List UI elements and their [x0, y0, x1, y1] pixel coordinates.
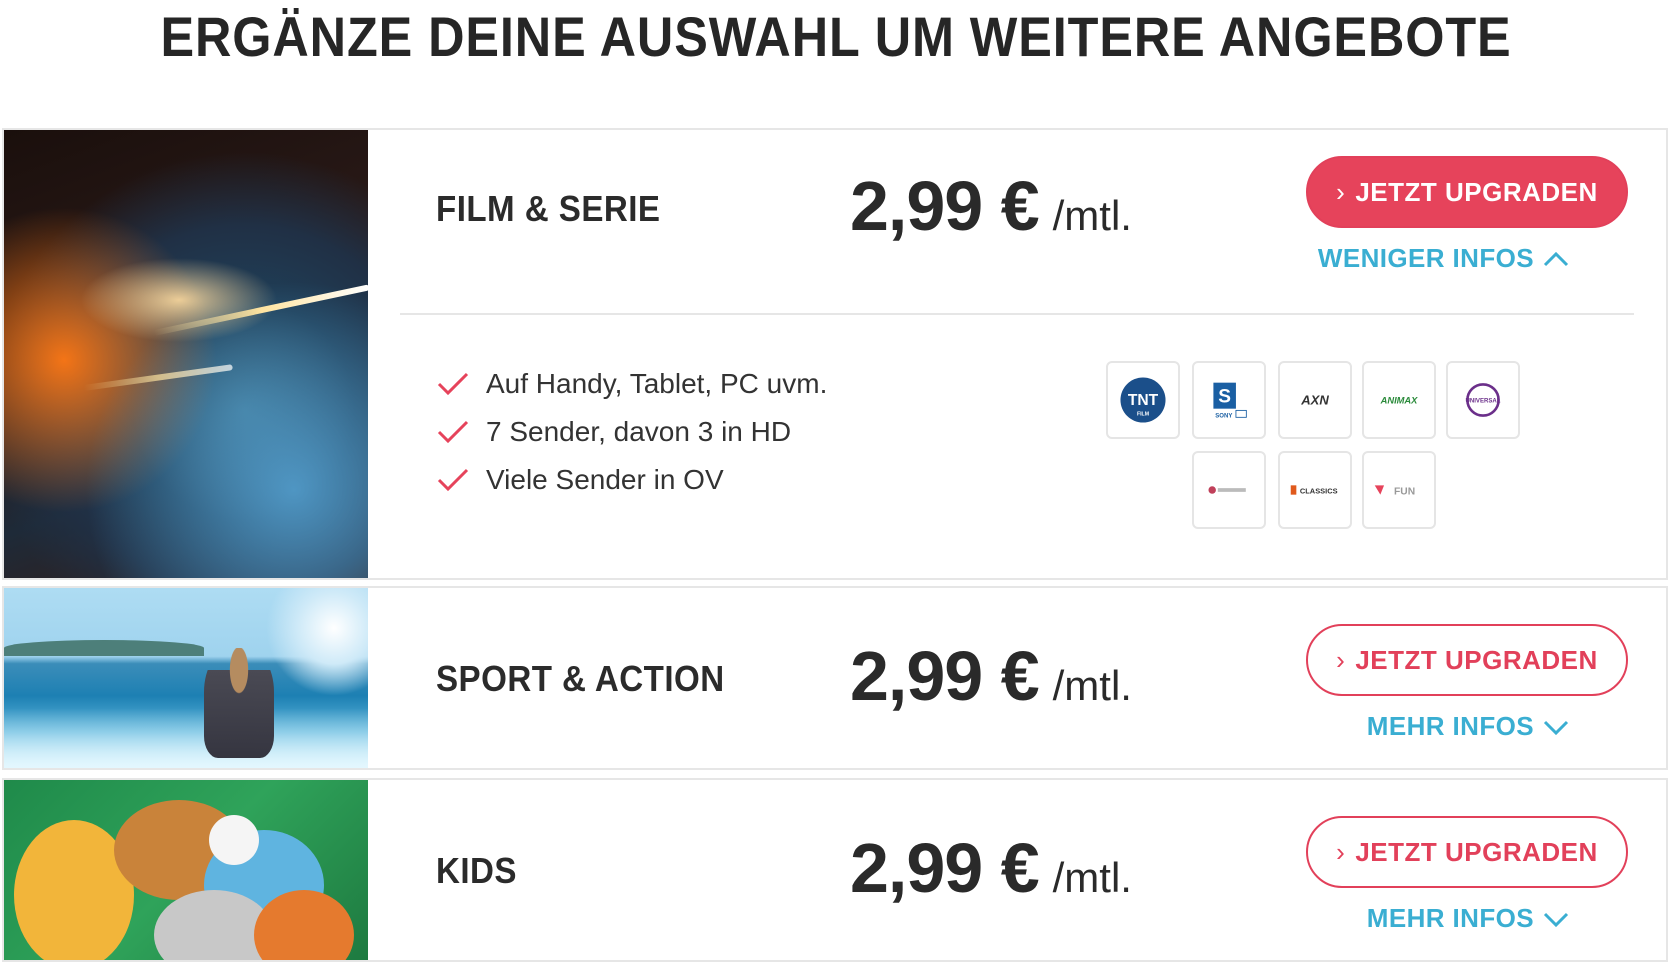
info-link-label: MEHR INFOS	[1366, 903, 1534, 933]
feature-item: Auf Handy, Tablet, PC uvm.	[436, 360, 827, 408]
channel-logo-sixth	[1192, 451, 1266, 529]
svg-text:AXN: AXN	[1300, 393, 1329, 408]
universal-logo: UNIVERSAL	[1466, 383, 1501, 417]
svg-text:UNIVERSAL: UNIVERSAL	[1466, 399, 1501, 405]
more-info-link[interactable]: MEHR INFOS	[1367, 711, 1570, 742]
price-value: 2,99 €	[850, 167, 1040, 245]
animax-logo: ANIMAX	[1380, 396, 1419, 406]
price-period: /mtl.	[1052, 854, 1132, 901]
feature-item: Viele Sender in OV	[436, 456, 827, 504]
svg-text:CLASSICS: CLASSICS	[1300, 487, 1338, 496]
upgrade-button[interactable]: › JETZT UPGRADEN	[1306, 156, 1628, 228]
feature-list: Auf Handy, Tablet, PC uvm. 7 Sender, dav…	[436, 360, 827, 504]
more-info-link[interactable]: MEHR INFOS	[1367, 903, 1570, 934]
offer-image-kids	[4, 780, 368, 960]
fun-logo: FUN	[1374, 485, 1415, 498]
offer-image-sport-action	[4, 588, 368, 768]
price-period: /mtl.	[1052, 192, 1132, 239]
checkmark-icon	[437, 372, 469, 396]
info-link-label: WENIGER INFOS	[1317, 243, 1534, 273]
svg-text:FILM: FILM	[1137, 412, 1149, 418]
axn-logo: AXN	[1300, 393, 1329, 408]
channel-logo-classics: CLASSICS	[1278, 451, 1352, 529]
offer-price: 2,99 € /mtl.	[850, 828, 1132, 908]
svg-text:S: S	[1218, 387, 1231, 408]
info-link-label: MEHR INFOS	[1366, 711, 1534, 741]
channel-logo-fun: FUN	[1362, 451, 1436, 529]
offer-name: FILM & SERIE	[436, 188, 661, 229]
tnt-film-logo: TNT FILM	[1120, 377, 1166, 423]
divider	[400, 313, 1634, 315]
upgrade-button[interactable]: › JETZT UPGRADEN	[1306, 816, 1628, 888]
chevron-down-icon	[1543, 912, 1569, 927]
offer-image-film-serie	[4, 130, 368, 578]
chevron-right-icon: ›	[1336, 176, 1346, 207]
chevron-right-icon: ›	[1336, 836, 1346, 867]
feature-item: 7 Sender, davon 3 in HD	[436, 408, 827, 456]
checkmark-icon	[437, 468, 469, 492]
classics-logo: CLASSICS	[1290, 485, 1338, 496]
chevron-up-icon	[1543, 251, 1569, 266]
offer-card-film-serie: FILM & SERIE 2,99 € /mtl. › JETZT UPGRADE…	[2, 128, 1668, 580]
chevron-right-icon: ›	[1336, 644, 1346, 675]
channel-logos: TNT FILM S SONY AXN ANIMAX UNIVERSAL CLASS…	[1106, 361, 1546, 541]
feature-text: Auf Handy, Tablet, PC uvm.	[486, 368, 828, 399]
channel-logo-universal: UNIVERSAL	[1446, 361, 1520, 439]
upgrade-button[interactable]: › JETZT UPGRADEN	[1306, 624, 1628, 696]
upgrade-button-label: JETZT UPGRADEN	[1355, 644, 1598, 675]
offer-card-sport-action: SPORT & ACTION 2,99 € /mtl. › JETZT UPGRA…	[2, 586, 1668, 770]
offer-price: 2,99 € /mtl.	[850, 636, 1132, 716]
sony-logo: S SONY	[1213, 382, 1247, 419]
channel-logo-tnt-film: TNT FILM	[1106, 361, 1180, 439]
channel-logo-sony: S SONY	[1192, 361, 1266, 439]
less-info-link[interactable]: WENIGER INFOS	[1318, 243, 1570, 274]
price-period: /mtl.	[1052, 662, 1132, 709]
svg-text:SONY: SONY	[1215, 413, 1232, 419]
offer-card-kids: KIDS 2,99 € /mtl. › JETZT UPGRADEN MEHR I…	[2, 778, 1668, 962]
price-value: 2,99 €	[850, 637, 1040, 715]
offer-name: KIDS	[436, 850, 517, 891]
svg-text:FUN: FUN	[1394, 487, 1415, 498]
svg-text:ANIMAX: ANIMAX	[1380, 396, 1419, 406]
channel-logo-axn: AXN	[1278, 361, 1352, 439]
price-value: 2,99 €	[850, 829, 1040, 907]
upgrade-button-label: JETZT UPGRADEN	[1355, 836, 1598, 867]
offer-name: SPORT & ACTION	[436, 658, 725, 699]
upgrade-button-label: JETZT UPGRADEN	[1355, 176, 1598, 207]
chevron-down-icon	[1543, 720, 1569, 735]
channel-logo-graphic	[1208, 486, 1246, 494]
page-title: ERGÄNZE DEINE AUSWAHL UM WEITERE ANGEBOT…	[160, 5, 1512, 68]
channel-logo-animax: ANIMAX	[1362, 361, 1436, 439]
feature-text: Viele Sender in OV	[486, 464, 724, 495]
svg-text:TNT: TNT	[1128, 392, 1159, 409]
checkmark-icon	[437, 420, 469, 444]
offer-price: 2,99 € /mtl.	[850, 166, 1132, 246]
feature-text: 7 Sender, davon 3 in HD	[486, 416, 792, 447]
